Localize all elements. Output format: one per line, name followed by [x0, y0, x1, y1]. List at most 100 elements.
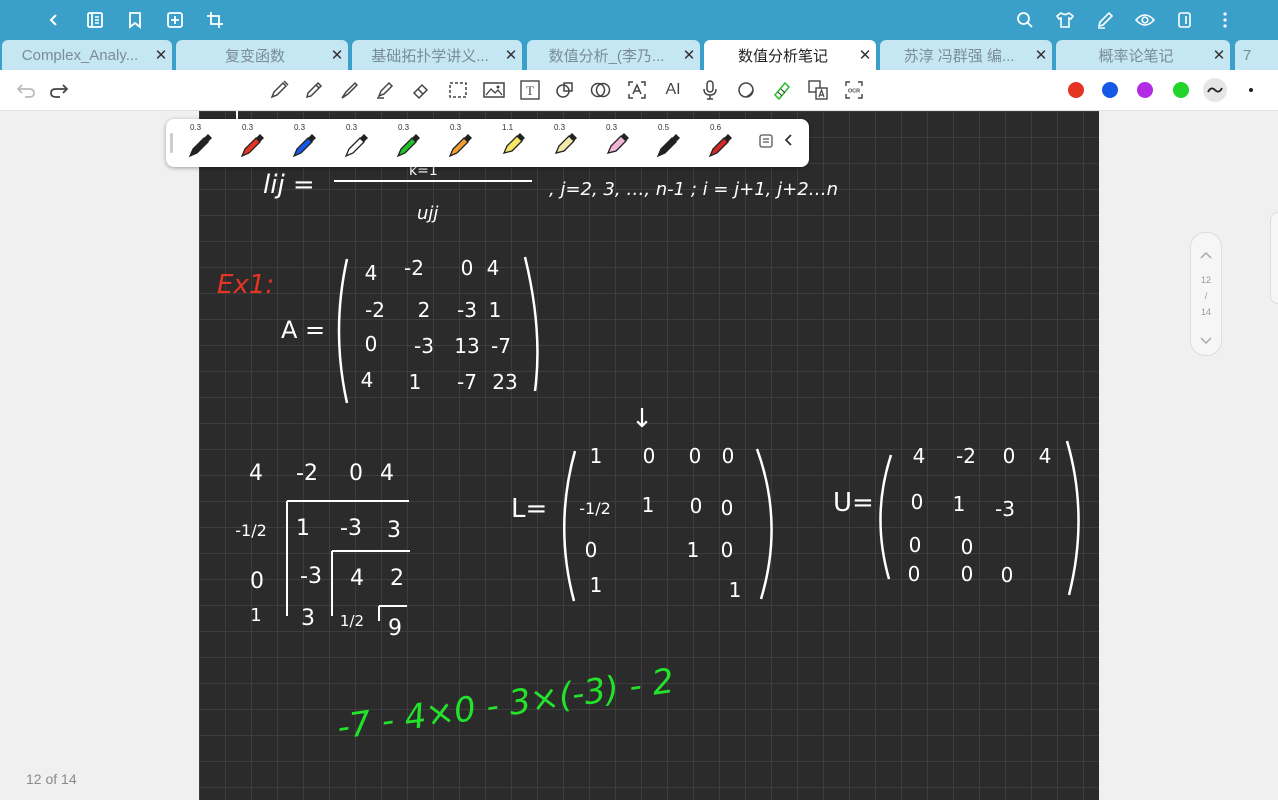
fountain-pen-icon [292, 134, 316, 158]
text-recognition-icon[interactable] [625, 78, 649, 102]
matrix-u-cell: 4 [913, 444, 926, 468]
close-icon[interactable]: ✕ [326, 46, 348, 64]
tab-label: Complex_Analy... [21, 46, 139, 64]
tab-probability-book[interactable]: 苏淳 冯群强 编... ✕ [880, 40, 1052, 70]
close-icon[interactable]: ✕ [1208, 46, 1230, 64]
lasso-select-icon[interactable] [446, 78, 470, 102]
matrix-l-cell: 1 [729, 578, 742, 602]
close-icon[interactable]: ✕ [1030, 46, 1052, 64]
pencil-tool-icon[interactable] [302, 78, 326, 102]
pencil-page-icon[interactable] [1173, 8, 1197, 32]
undo-icon[interactable] [14, 78, 38, 102]
pen-preset-6[interactable]: 0.3 [436, 119, 484, 167]
matrix-u: 4 -2 0 4 0 1 -3 0 0 0 0 0 [908, 444, 1052, 587]
color-green-swatch[interactable] [1173, 82, 1189, 98]
ballpoint-tool-icon[interactable] [338, 78, 362, 102]
pen-preset-2[interactable]: 0.3 [228, 119, 276, 167]
pen-preset-9[interactable]: 0.3 [592, 119, 640, 167]
pen-preset-8[interactable]: 0.3 [540, 119, 588, 167]
notebook-icon[interactable] [83, 8, 107, 32]
view-eye-icon[interactable] [1133, 8, 1157, 32]
side-drawer-handle[interactable] [1270, 212, 1278, 304]
pen-preset-1[interactable]: 0.3 [176, 119, 224, 167]
matrix-u-cell: 0 [961, 562, 974, 586]
page-up-icon[interactable] [1198, 247, 1214, 265]
note-canvas[interactable]: lij = k=1 ujj , j=2, 3, …, n-1 ; i = j+1… [199, 111, 1099, 800]
tab-label: 苏淳 冯群强 编... [903, 47, 1015, 65]
matrix-u-cell: 0 [1003, 444, 1016, 468]
pen-mode-icon[interactable] [1093, 8, 1117, 32]
text-tool-icon[interactable]: T [518, 78, 542, 102]
pen-preset-3[interactable]: 0.3 [280, 119, 328, 167]
pen-preset-11[interactable]: 0.6 [696, 119, 744, 167]
pen-preset-7[interactable]: 1.1 [488, 119, 536, 167]
calc-header-cell: 0 [349, 461, 363, 486]
calc-cell: 1/2 [340, 612, 364, 630]
highlighter-icon [606, 133, 629, 154]
bookmark-icon[interactable] [123, 8, 147, 32]
matrix-u-label: U= [833, 488, 874, 518]
fountain-pen-icon [344, 134, 368, 158]
total-pages: 14 [1200, 307, 1211, 317]
color-purple-swatch[interactable] [1137, 82, 1153, 98]
close-icon[interactable]: ✕ [678, 46, 700, 64]
tab-complex-analysis[interactable]: Complex_Analy... ✕ [2, 40, 172, 70]
add-page-icon[interactable] [163, 8, 187, 32]
matrix-u-cell: 0 [961, 535, 974, 559]
color-blue-swatch[interactable] [1102, 82, 1118, 98]
ocr-icon[interactable]: OCR [842, 78, 866, 102]
sticker-tool-icon[interactable] [589, 78, 613, 102]
formula-lij: lij = [263, 170, 315, 200]
back-icon[interactable] [42, 8, 66, 32]
matrix-a-cell: -3 [414, 334, 434, 358]
translate-icon[interactable] [806, 78, 830, 102]
tab-label: 基础拓扑学讲义... [371, 47, 489, 65]
eraser-tool-icon[interactable] [409, 78, 433, 102]
pen-preset-4[interactable]: 0.3 [332, 119, 380, 167]
theme-shirt-icon[interactable] [1053, 8, 1077, 32]
color-red-swatch[interactable] [1068, 82, 1084, 98]
matrix-a-cell: 0 [461, 256, 474, 280]
tab-topology[interactable]: 基础拓扑学讲义... ✕ [352, 40, 522, 70]
ai-tool[interactable]: AI [661, 78, 685, 102]
redo-icon[interactable] [47, 78, 71, 102]
matrix-l-cell: -1/2 [579, 499, 611, 518]
stroke-style-icon[interactable] [1203, 78, 1227, 102]
matrix-a-cell: -2 [404, 256, 424, 280]
tab-numerical-analysis-book[interactable]: 数值分析_(李乃... ✕ [527, 40, 700, 70]
image-insert-icon[interactable] [482, 78, 506, 102]
close-icon[interactable]: ✕ [150, 46, 172, 64]
close-icon[interactable]: ✕ [500, 46, 522, 64]
tab-label: 复变函数 [224, 47, 285, 65]
matrix-l-cell: 1 [590, 573, 603, 597]
search-icon[interactable] [1013, 8, 1037, 32]
tape-tool-icon[interactable] [770, 78, 794, 102]
tab-overflow[interactable]: 7 [1235, 40, 1278, 70]
crop-icon[interactable] [203, 8, 227, 32]
tab-label: 概率论笔记 [1098, 47, 1174, 65]
palette-collapse-icon[interactable] [784, 133, 800, 153]
matrix-a-cell: -7 [491, 334, 511, 358]
tab-probability-notes[interactable]: 概率论笔记 ✕ [1056, 40, 1230, 70]
palette-drag-handle[interactable] [170, 133, 173, 153]
close-icon[interactable]: ✕ [854, 46, 876, 64]
tab-numerical-analysis-notes[interactable]: 数值分析笔记 ✕ [704, 40, 876, 70]
highlighter-tool-icon[interactable] [373, 78, 397, 102]
fountain-pen-tool-icon[interactable] [267, 78, 291, 102]
stroke-width-dot[interactable] [1249, 88, 1253, 92]
microphone-icon[interactable] [698, 78, 722, 102]
tab-complex-functions[interactable]: 复变函数 ✕ [176, 40, 348, 70]
right-margin [1099, 111, 1278, 800]
palette-settings-icon[interactable] [758, 133, 778, 153]
pen-preset-5[interactable]: 0.3 [384, 119, 432, 167]
page-down-icon[interactable] [1198, 333, 1214, 351]
pen-preset-10[interactable]: 0.5 [644, 119, 692, 167]
more-menu-icon[interactable] [1213, 8, 1237, 32]
shape-tool-icon[interactable] [553, 78, 577, 102]
calc-cell: 3 [301, 606, 315, 631]
laser-pointer-icon[interactable] [734, 78, 758, 102]
matrix-a-cell: 2 [418, 298, 431, 322]
tool-bar: T AI OCR [0, 70, 1278, 111]
page-indicator: 12 / 14 [1190, 232, 1222, 356]
handwriting-layer: lij = k=1 ujj , j=2, 3, …, n-1 ; i = j+1… [217, 111, 1080, 748]
